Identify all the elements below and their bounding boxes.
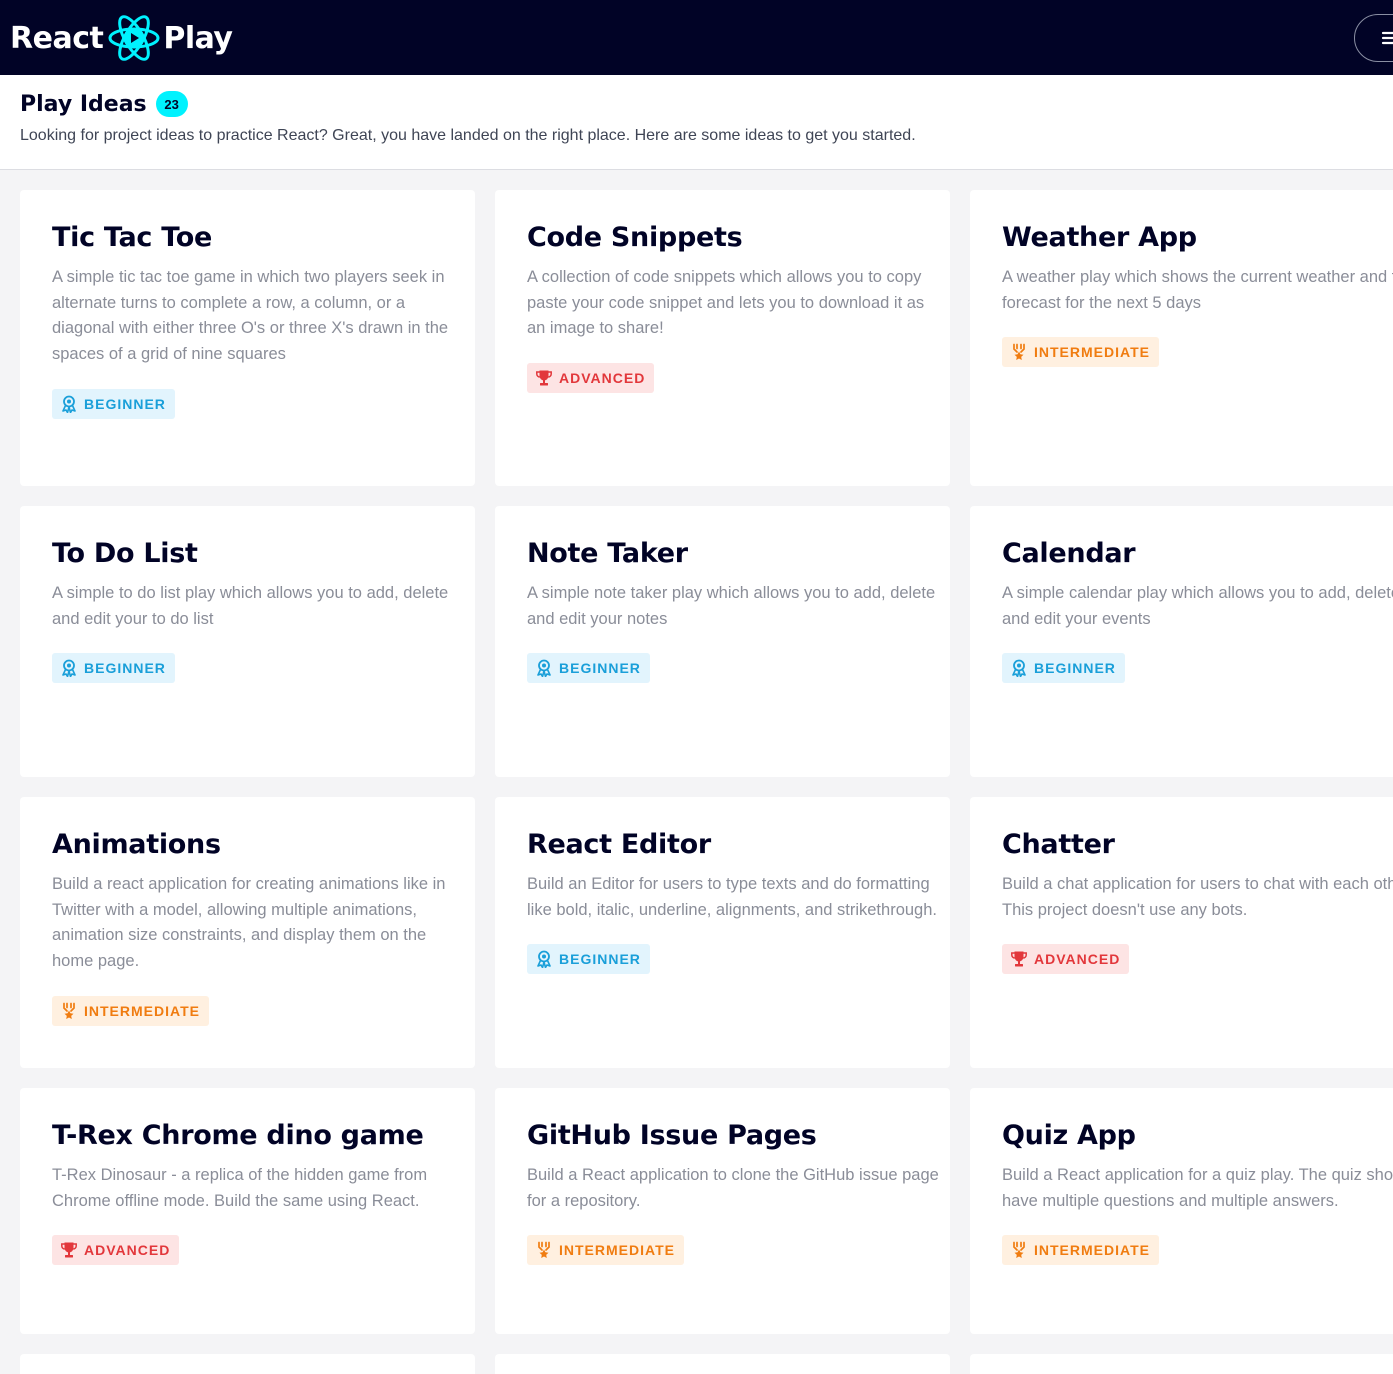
idea-card[interactable]: React Editor Build an Editor for users to… bbox=[495, 797, 950, 1068]
idea-description: Build a chat application for users to ch… bbox=[1002, 875, 1393, 919]
idea-card-body: Quiz App Build a React application for a … bbox=[1002, 1118, 1393, 1266]
idea-description: A simple to do list play which allows yo… bbox=[52, 584, 449, 628]
trophy-icon bbox=[1010, 950, 1028, 968]
level-label: INTERMEDIATE bbox=[1034, 344, 1150, 361]
level-badge-beginner: BEGINNER bbox=[527, 944, 650, 975]
award-ribbon-icon bbox=[535, 659, 553, 677]
title-row: Play Ideas 23 bbox=[20, 91, 188, 117]
page-title: Play Ideas bbox=[20, 91, 147, 117]
idea-card-body: Code Snippets A collection of code snippe… bbox=[527, 220, 946, 394]
idea-title: Quiz App bbox=[1002, 1120, 1136, 1151]
page-subtitle: Looking for project ideas to practice Re… bbox=[20, 127, 916, 144]
level-label: ADVANCED bbox=[559, 370, 646, 387]
idea-card[interactable] bbox=[495, 1354, 950, 1374]
idea-card[interactable]: GitHub Issue Pages Build a React applicat… bbox=[495, 1088, 950, 1334]
award-ribbon-icon bbox=[1010, 659, 1028, 677]
idea-card[interactable]: Animations Build a react application for … bbox=[20, 797, 475, 1068]
brand-logo-link[interactable]: React Play bbox=[10, 12, 233, 64]
idea-card-body: Animations Build a react application for … bbox=[52, 827, 471, 1026]
idea-description: Build a React application for a quiz pla… bbox=[1002, 1166, 1393, 1210]
level-badge-advanced: ADVANCED bbox=[1002, 944, 1130, 975]
idea-title: GitHub Issue Pages bbox=[527, 1120, 817, 1151]
idea-title: Note Taker bbox=[527, 538, 688, 569]
level-badge-intermediate: INTERMEDIATE bbox=[52, 995, 209, 1026]
level-label: BEGINNER bbox=[559, 660, 641, 677]
medal-icon bbox=[535, 1241, 553, 1259]
level-badge-beginner: BEGINNER bbox=[52, 388, 175, 419]
award-ribbon-icon bbox=[535, 950, 553, 968]
idea-card[interactable]: Tic Tac Toe A simple tic tac toe game in … bbox=[20, 190, 475, 486]
idea-card-body: Weather App A weather play which shows th… bbox=[1002, 220, 1393, 368]
idea-description: A weather play which shows the current w… bbox=[1002, 268, 1393, 312]
idea-title: To Do List bbox=[52, 538, 198, 569]
idea-title: Chatter bbox=[1002, 829, 1115, 860]
idea-card[interactable] bbox=[970, 1354, 1393, 1374]
trophy-icon bbox=[535, 369, 553, 387]
idea-description: T-Rex Dinosaur - a replica of the hidden… bbox=[52, 1166, 428, 1210]
level-label: INTERMEDIATE bbox=[84, 1002, 200, 1019]
trophy-icon bbox=[60, 1241, 78, 1259]
level-badge-beginner: BEGINNER bbox=[52, 653, 175, 684]
level-label: ADVANCED bbox=[84, 1242, 171, 1259]
level-badge-intermediate: INTERMEDIATE bbox=[1002, 1235, 1159, 1266]
idea-description: Build a React application to clone the G… bbox=[527, 1166, 939, 1210]
idea-title: Calendar bbox=[1002, 538, 1136, 569]
level-label: BEGINNER bbox=[84, 660, 166, 677]
level-badge-advanced: ADVANCED bbox=[527, 363, 655, 394]
level-badge-intermediate: INTERMEDIATE bbox=[527, 1235, 684, 1266]
idea-card-body: Tic Tac Toe A simple tic tac toe game in … bbox=[52, 220, 471, 419]
idea-card-body: Chatter Build a chat application for user… bbox=[1002, 827, 1393, 975]
idea-card[interactable]: Calendar A simple calendar play which all… bbox=[970, 506, 1393, 777]
page-header: Play Ideas 23 Looking for project ideas … bbox=[0, 75, 1393, 170]
idea-title: React Editor bbox=[527, 829, 711, 860]
idea-title: Weather App bbox=[1002, 222, 1197, 253]
level-label: BEGINNER bbox=[559, 951, 641, 968]
idea-card[interactable]: To Do List A simple to do list play which… bbox=[20, 506, 475, 777]
menu-button[interactable] bbox=[1354, 14, 1393, 62]
idea-card[interactable] bbox=[20, 1354, 475, 1374]
level-label: BEGINNER bbox=[84, 395, 166, 412]
idea-card-body: To Do List A simple to do list play which… bbox=[52, 536, 471, 684]
award-ribbon-icon bbox=[60, 659, 78, 677]
ideas-count-badge: 23 bbox=[155, 91, 188, 117]
idea-card-body: React Editor Build an Editor for users to… bbox=[527, 827, 946, 975]
menu-icon bbox=[1381, 31, 1393, 45]
medal-icon bbox=[1010, 343, 1028, 361]
medal-icon bbox=[1010, 1241, 1028, 1259]
idea-description: A simple tic tac toe game in which two p… bbox=[52, 268, 449, 364]
top-navbar: React Play bbox=[0, 0, 1393, 75]
idea-description: Build a react application for creating a… bbox=[52, 875, 446, 971]
idea-description: Build an Editor for users to type texts … bbox=[527, 875, 937, 919]
idea-card-body: Note Taker A simple note taker play which… bbox=[527, 536, 946, 684]
award-ribbon-icon bbox=[60, 395, 78, 413]
idea-card-body: Calendar A simple calendar play which all… bbox=[1002, 536, 1393, 684]
idea-title: Tic Tac Toe bbox=[52, 222, 213, 253]
idea-card[interactable]: Quiz App Build a React application for a … bbox=[970, 1088, 1393, 1334]
idea-card[interactable]: Code Snippets A collection of code snippe… bbox=[495, 190, 950, 486]
idea-card[interactable]: Chatter Build a chat application for user… bbox=[970, 797, 1393, 1068]
idea-description: A collection of code snippets which allo… bbox=[527, 268, 925, 338]
level-label: ADVANCED bbox=[1034, 951, 1121, 968]
idea-description: A simple calendar play which allows you … bbox=[1002, 584, 1393, 628]
level-badge-beginner: BEGINNER bbox=[527, 653, 650, 684]
idea-card[interactable]: Note Taker A simple note taker play which… bbox=[495, 506, 950, 777]
idea-title: T-Rex Chrome dino game bbox=[52, 1120, 424, 1151]
idea-card[interactable]: Weather App A weather play which shows th… bbox=[970, 190, 1393, 486]
level-badge-beginner: BEGINNER bbox=[1002, 653, 1125, 684]
idea-title: Animations bbox=[52, 829, 221, 860]
idea-card[interactable]: T-Rex Chrome dino game T-Rex Dinosaur - a… bbox=[20, 1088, 475, 1334]
level-label: INTERMEDIATE bbox=[559, 1242, 675, 1259]
brand-text-play: Play bbox=[163, 20, 233, 56]
level-label: INTERMEDIATE bbox=[1034, 1242, 1150, 1259]
level-label: BEGINNER bbox=[1034, 660, 1116, 677]
level-badge-intermediate: INTERMEDIATE bbox=[1002, 337, 1159, 368]
react-play-logo-icon bbox=[108, 15, 160, 61]
idea-card-body: T-Rex Chrome dino game T-Rex Dinosaur - a… bbox=[52, 1118, 471, 1266]
brand-text-react: React bbox=[10, 20, 104, 56]
level-badge-advanced: ADVANCED bbox=[52, 1235, 180, 1266]
idea-description: A simple note taker play which allows yo… bbox=[527, 584, 936, 628]
medal-icon bbox=[60, 1002, 78, 1020]
idea-card-body: GitHub Issue Pages Build a React applicat… bbox=[527, 1118, 946, 1266]
idea-title: Code Snippets bbox=[527, 222, 743, 253]
